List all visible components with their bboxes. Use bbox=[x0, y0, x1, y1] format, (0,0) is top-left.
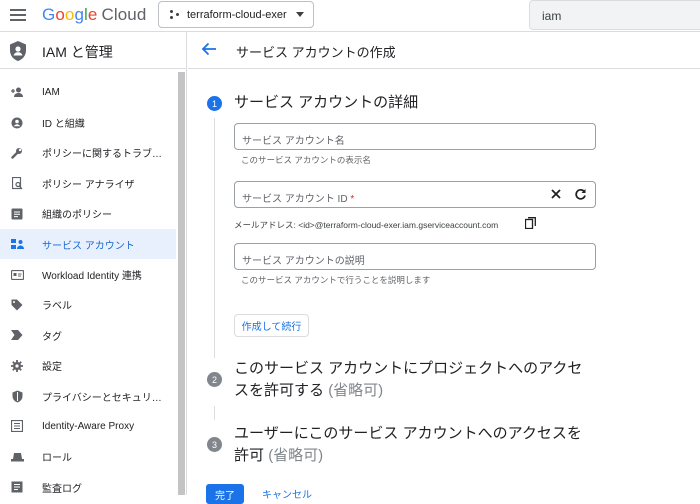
sidebar-item-workload-identity[interactable]: Workload Identity 連携 bbox=[0, 259, 176, 289]
sidebar-item-audit-logs[interactable]: 監査ログ bbox=[0, 472, 176, 502]
step-2-title[interactable]: このサービス アカウントにプロジェクトへのアクセ スを許可する (省略可) bbox=[234, 358, 582, 402]
logo-cloud-text: Cloud bbox=[101, 5, 147, 24]
sidebar-item-label: 監査ログ bbox=[42, 483, 82, 495]
step-3-title-line1: ユーザーにこのサービス アカウントへのアクセスを bbox=[234, 425, 582, 442]
step-2-optional: (省略可) bbox=[328, 382, 384, 399]
account-circle-icon bbox=[10, 116, 24, 130]
iam-shield-icon bbox=[10, 41, 26, 61]
copy-icon[interactable] bbox=[525, 217, 536, 229]
sidebar-item-labels[interactable]: ラベル bbox=[0, 290, 176, 320]
sidebar-item-label: ポリシー アナライザ bbox=[42, 179, 135, 191]
sidebar-nav: IAM ID と組織 ポリシーに関するトラブ… ポリシー アナライザ 組織のポリ… bbox=[0, 77, 176, 502]
sidebar: IAM と管理 IAM ID と組織 ポリシーに関するトラブ… ポリシー アナラ… bbox=[0, 32, 187, 495]
cancel-button[interactable]: キャンセル bbox=[262, 486, 312, 501]
service-account-name-field[interactable]: サービス アカウント名 bbox=[234, 123, 596, 150]
tag-icon bbox=[10, 298, 24, 312]
refresh-icon[interactable] bbox=[574, 188, 587, 201]
logo-letter: G bbox=[42, 5, 56, 24]
step-1-title: サービス アカウントの詳細 bbox=[234, 94, 419, 111]
step-3-title-line2: 許可 bbox=[234, 447, 265, 464]
service-account-name-hint: このサービス アカウントの表示名 bbox=[241, 155, 371, 165]
step-3-optional: (省略可) bbox=[268, 447, 324, 464]
step-1-number: 1 bbox=[207, 96, 222, 111]
sidebar-item-label: Identity-Aware Proxy bbox=[42, 420, 135, 432]
service-account-id-field[interactable]: サービス アカウント ID * bbox=[234, 181, 596, 208]
proxy-icon bbox=[10, 419, 24, 433]
gear-icon bbox=[10, 359, 24, 373]
step-2-title-line2-wrap: スを許可する (省略可) bbox=[234, 380, 582, 402]
sidebar-item-label: ラベル bbox=[42, 301, 72, 313]
page-title: サービス アカウントの作成 bbox=[236, 45, 396, 60]
step-3-title-line2-wrap: 許可 (省略可) bbox=[234, 445, 582, 467]
sidebar-item-identity-aware-proxy[interactable]: Identity-Aware Proxy bbox=[0, 411, 176, 441]
project-name: terraform-cloud-exer bbox=[187, 8, 287, 21]
logo-letter: e bbox=[87, 5, 98, 24]
sidebar-item-label: サービス アカウント bbox=[42, 240, 135, 252]
sidebar-item-identity-organization[interactable]: ID と組織 bbox=[0, 107, 176, 137]
sidebar-item-label: 設定 bbox=[42, 362, 62, 374]
step-3-number: 3 bbox=[207, 437, 222, 452]
sidebar-item-privacy-security[interactable]: プライバシーとセキュリ… bbox=[0, 381, 176, 411]
sidebar-item-iam[interactable]: IAM bbox=[0, 77, 176, 107]
page-header: サービス アカウントの作成 bbox=[188, 32, 700, 69]
create-and-continue-button[interactable]: 作成して続行 bbox=[234, 314, 309, 337]
service-account-description-hint: このサービス アカウントで行うことを説明します bbox=[241, 275, 431, 285]
done-button[interactable]: 完了 bbox=[206, 484, 244, 504]
shield-icon bbox=[10, 389, 24, 403]
service-account-id-label: サービス アカウント ID bbox=[242, 194, 348, 205]
top-bar: Google Cloud terraform-cloud-exer iam bbox=[0, 0, 700, 32]
sidebar-item-label: ポリシーに関するトラブ… bbox=[42, 149, 162, 161]
search-input[interactable]: iam bbox=[529, 0, 700, 30]
step-2-number: 2 bbox=[207, 372, 222, 387]
sidebar-item-settings[interactable]: 設定 bbox=[0, 351, 176, 381]
sidebar-item-tags[interactable]: タグ bbox=[0, 320, 176, 350]
sidebar-item-label: タグ bbox=[42, 331, 62, 343]
sidebar-title: IAM と管理 bbox=[42, 44, 113, 60]
dropdown-caret-icon bbox=[296, 12, 304, 17]
id-card-icon bbox=[10, 268, 24, 282]
sidebar-item-org-policies[interactable]: 組織のポリシー bbox=[0, 199, 176, 229]
step-connector bbox=[214, 118, 215, 358]
sidebar-item-label: ID と組織 bbox=[42, 119, 85, 131]
log-icon bbox=[10, 480, 24, 494]
sidebar-item-label: 組織のポリシー bbox=[42, 210, 112, 222]
add-person-icon bbox=[10, 85, 24, 99]
chevron-tag-icon bbox=[10, 328, 24, 342]
sidebar-item-policy-troubleshooter[interactable]: ポリシーに関するトラブ… bbox=[0, 138, 176, 168]
required-asterisk: * bbox=[350, 194, 355, 205]
sidebar-item-policy-analyzer[interactable]: ポリシー アナライザ bbox=[0, 168, 176, 198]
logo-letter: o bbox=[55, 5, 65, 24]
sidebar-item-label: IAM bbox=[42, 86, 60, 98]
sidebar-item-label: プライバシーとセキュリ… bbox=[42, 392, 162, 404]
hat-icon bbox=[10, 450, 24, 464]
sidebar-item-label: Workload Identity 連携 bbox=[42, 271, 142, 283]
project-selector[interactable]: terraform-cloud-exer bbox=[158, 1, 314, 28]
list-document-icon bbox=[10, 207, 24, 221]
email-address-text: メールアドレス: <id>@terraform-cloud-exer.iam.g… bbox=[234, 220, 499, 230]
logo-letter: g bbox=[74, 5, 85, 24]
project-dots-icon bbox=[169, 9, 181, 21]
step-connector bbox=[214, 406, 215, 420]
sidebar-header: IAM と管理 bbox=[0, 32, 186, 69]
sidebar-item-label: ロール bbox=[42, 453, 72, 465]
step-2-title-line1: このサービス アカウントにプロジェクトへのアクセ bbox=[234, 360, 583, 377]
google-cloud-logo[interactable]: Google Cloud bbox=[42, 5, 146, 25]
main-menu-icon[interactable] bbox=[10, 7, 26, 23]
step-3-title[interactable]: ユーザーにこのサービス アカウントへのアクセスを 許可 (省略可) bbox=[234, 423, 582, 467]
wrench-icon bbox=[10, 146, 24, 160]
back-arrow-icon[interactable] bbox=[201, 42, 217, 56]
sidebar-item-roles[interactable]: ロール bbox=[0, 442, 176, 472]
sidebar-scrollbar[interactable] bbox=[178, 72, 185, 495]
clear-icon[interactable] bbox=[550, 188, 562, 200]
document-search-icon bbox=[10, 176, 24, 190]
service-account-description-field[interactable]: サービス アカウントの説明 bbox=[234, 243, 596, 270]
service-account-icon bbox=[10, 237, 24, 251]
step-2-title-line2: スを許可する bbox=[234, 382, 325, 399]
sidebar-item-service-accounts[interactable]: サービス アカウント bbox=[0, 228, 176, 260]
